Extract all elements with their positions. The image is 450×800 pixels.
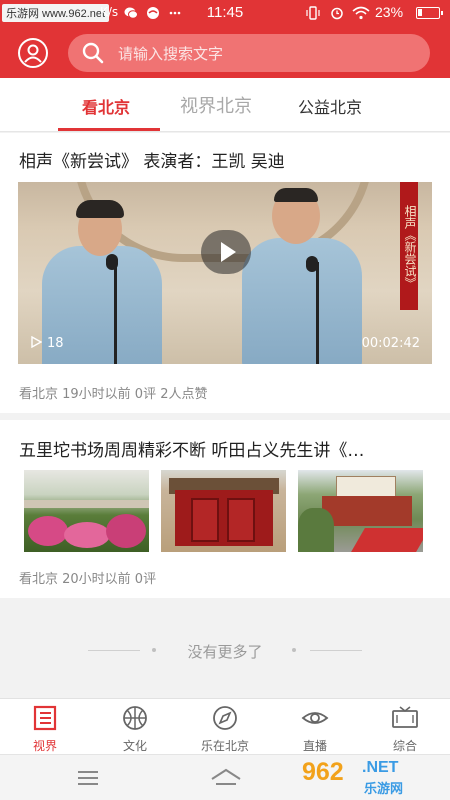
search-icon [82,42,104,64]
more-icon [169,11,181,15]
feed-item-title[interactable]: 相声《新尝试》 表演者：王凯 吴迪 [19,147,285,172]
play-count-value: 18 [47,336,64,351]
watermark-number: 962 [302,758,344,786]
watermark-net: .NET [362,759,399,776]
nav-wenhua[interactable]: 文化 [90,699,180,755]
feed-item-title[interactable]: 五里坨书场周周精彩不断 听田占义先生讲《… [19,436,364,461]
microphone-right [306,256,318,272]
nav-label: 文化 [122,739,147,753]
feed-item-article[interactable]: 五里坨书场周周精彩不断 听田占义先生讲《… 看北京 20小时以前 0评 [0,420,450,598]
end-of-feed: 没有更多了 [0,612,450,692]
compass-icon [213,706,237,730]
video-thumbnail[interactable]: 相声《新尝试》 18 00:02:42 [18,182,432,364]
site-watermark-logo: 962 .NET 乐游网 [302,756,442,797]
play-count-icon [31,335,43,349]
battery-icon [416,7,443,19]
vibrate-icon [306,6,320,20]
nav-label: 综合 [392,739,417,753]
microphone-left [106,254,118,270]
article-image-1[interactable] [24,470,149,552]
clock: 11:45 [206,4,244,21]
feed-item-meta: 看北京 20小时以前 0评 [19,572,157,587]
wechat-icon [124,7,138,19]
play-button[interactable] [201,230,251,274]
search-placeholder: 请输入搜索文字 [118,45,224,63]
microphone-stand-left [114,258,117,364]
tab-bar: 看北京 视界北京 公益北京 [0,78,450,132]
play-count: 18 [30,335,64,351]
eye-icon [301,712,329,724]
microphone-stand-right [316,262,319,364]
nav-shijie[interactable]: 视界 [0,699,90,755]
feed-item-video[interactable]: 相声《新尝试》 表演者：王凯 吴迪 相声《新尝试》 18 00:02:42 看北… [0,133,450,413]
status-bar: 乐游网 www.962.net K/s 11:45 23% [0,0,450,26]
network-speed: K/s [100,5,119,19]
nav-label: 直播 [302,739,327,753]
tv-icon [392,706,418,728]
message-icon [147,7,159,19]
tab-shijie-beijing[interactable]: 视界北京 [180,92,252,118]
search-bar[interactable]: 请输入搜索文字 [68,34,430,72]
nav-lezai-beijing[interactable]: 乐在北京 [180,699,270,755]
nav-label: 视界 [32,739,57,753]
menu-icon[interactable] [76,769,100,787]
site-label: 乐游网 www.962.net [2,4,110,22]
divider-dot [292,648,296,652]
bottom-nav: 视界 文化 乐在北京 直播 综合 [0,698,450,754]
home-icon[interactable] [210,767,242,787]
active-tab-indicator [58,128,160,131]
nav-zhibo[interactable]: 直播 [270,699,360,755]
battery-percent: 23% [375,4,404,20]
video-duration: 00:02:42 [361,336,420,351]
tab-kan-beijing[interactable]: 看北京 [82,94,130,118]
wifi-icon [352,6,370,20]
user-avatar-button[interactable] [18,38,48,68]
nav-label: 乐在北京 [200,739,249,753]
no-more-text: 没有更多了 [187,643,263,661]
watermark-cn: 乐游网 [364,782,404,797]
feed-item-meta: 看北京 19小时以前 0评 2人点赞 [19,387,208,402]
article-image-2[interactable] [161,470,286,552]
divider-line [310,650,362,651]
tab-gongyi-beijing[interactable]: 公益北京 [298,94,362,118]
user-icon [24,44,42,63]
article-image-3[interactable] [298,470,423,552]
alarm-icon [331,7,343,20]
nav-zonghe[interactable]: 综合 [360,699,450,755]
book-icon [33,705,57,731]
basketball-icon [123,706,147,730]
app-header: 乐游网 www.962.net K/s 11:45 23% 请输入搜索文字 [0,0,450,78]
program-banner: 相声《新尝试》 [400,182,418,310]
